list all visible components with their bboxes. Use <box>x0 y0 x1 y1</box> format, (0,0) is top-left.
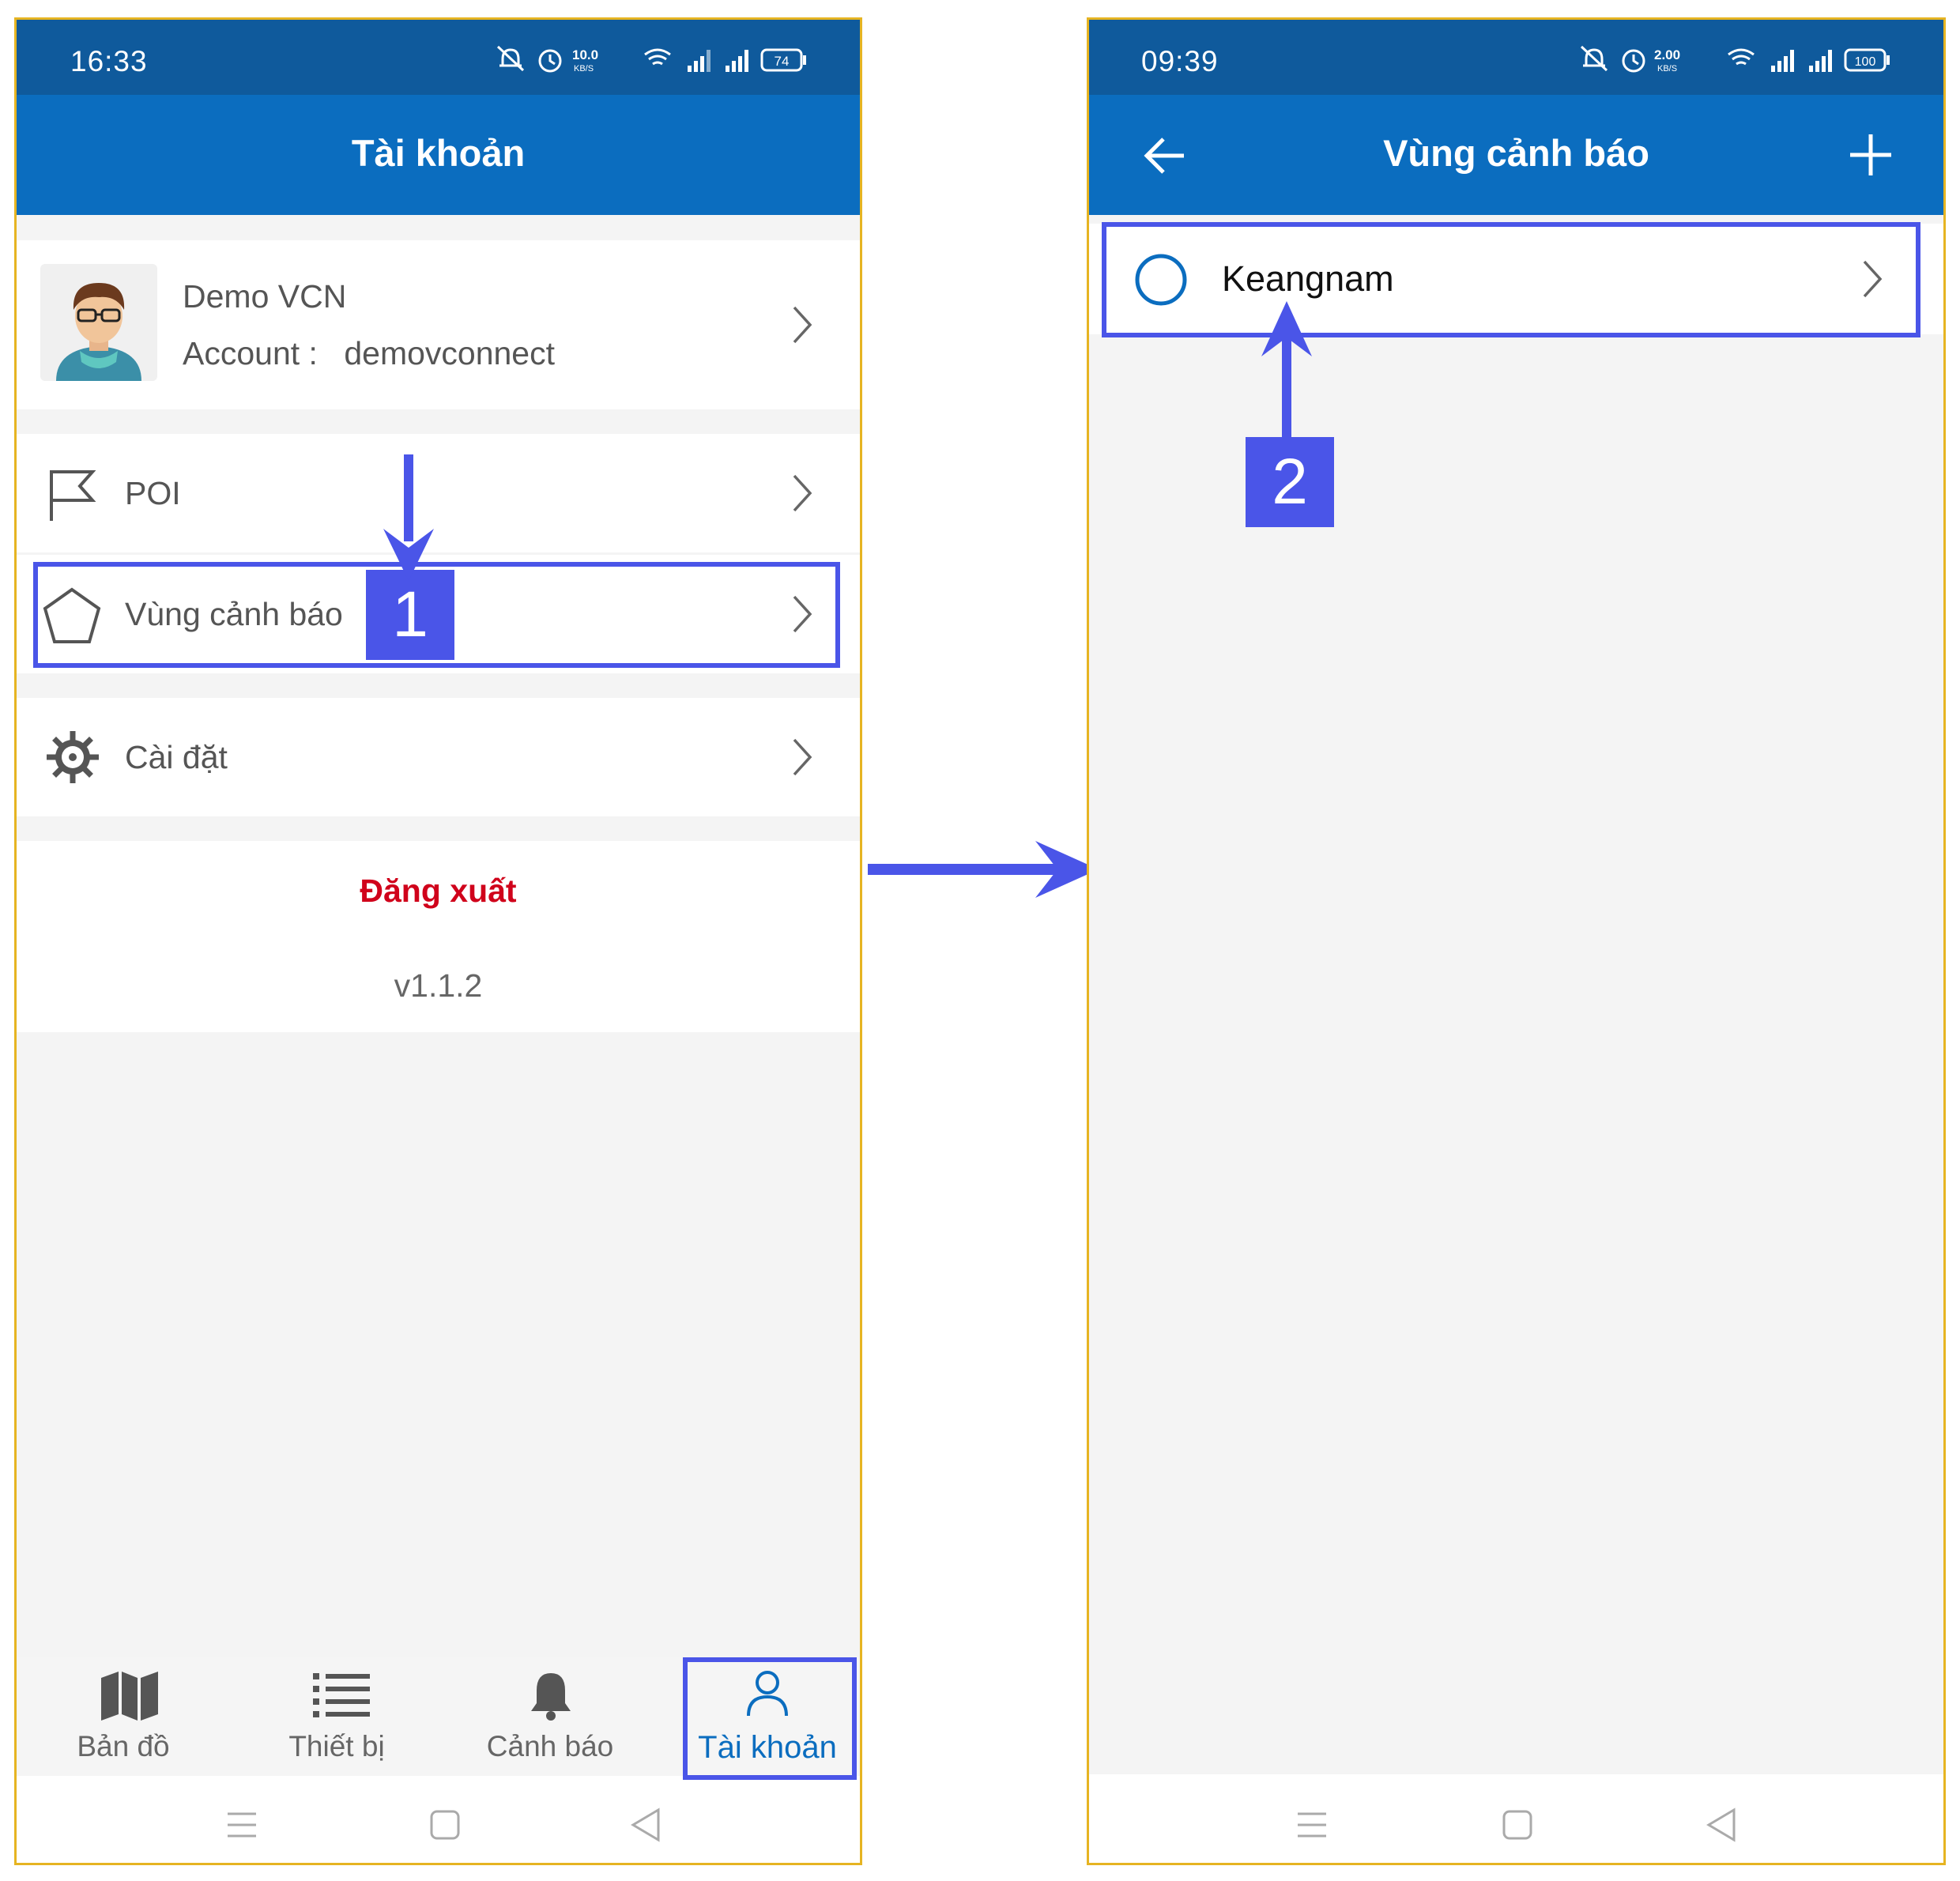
chevron-right-icon <box>793 738 812 776</box>
status-time: 09:39 <box>1141 45 1219 77</box>
back-triangle-icon[interactable] <box>630 1807 662 1842</box>
account-value: demovconnect <box>344 335 556 371</box>
profile-name: Demo VCN <box>183 278 347 315</box>
flag-icon <box>50 470 96 521</box>
status-icons: 10.0 KB/S 74 <box>496 45 806 74</box>
tab-label: Thiết bị <box>288 1730 385 1762</box>
highlight-box-zone <box>1102 222 1920 337</box>
status-bar: 09:39 2.00 KB/S 100 <box>1089 20 1943 95</box>
list-icon <box>313 1673 370 1717</box>
app-bar: Vùng cảnh báo <box>1089 95 1943 215</box>
tab-devices[interactable]: Thiết bị <box>250 1657 424 1776</box>
bell-icon <box>531 1673 571 1721</box>
chevron-right-icon <box>793 306 812 344</box>
chevron-right-icon <box>793 474 812 512</box>
account-line: Account : demovconnect <box>183 335 555 372</box>
account-screen: 16:33 10.0 KB/S 74 Tài khoản Demo VCN Ac… <box>14 17 862 1865</box>
logout-button[interactable]: Đăng xuất <box>17 873 860 910</box>
arrow-down-icon <box>383 454 434 581</box>
avatar <box>40 264 157 381</box>
page-title: Tài khoản <box>351 132 526 174</box>
menu-item-label: POI <box>125 475 181 511</box>
map-icon <box>101 1672 158 1721</box>
profile-card[interactable]: Demo VCN Account : demovconnect <box>17 240 860 409</box>
menu-item-settings[interactable]: Cài đặt <box>17 698 860 816</box>
app-bar: Tài khoản <box>17 95 860 215</box>
menu-item-label: Cài đặt <box>125 739 228 775</box>
tab-label: Cảnh báo <box>486 1730 614 1762</box>
net-speed-unit: KB/S <box>1657 64 1677 74</box>
page-title: Vùng cảnh báo <box>1383 132 1649 174</box>
net-speed-value: 10.0 <box>572 47 598 62</box>
battery-level: 74 <box>775 54 790 69</box>
system-nav-bar <box>1089 1774 1943 1863</box>
arrow-up-icon <box>1261 301 1312 451</box>
net-speed-unit: KB/S <box>574 64 594 74</box>
arrow-right-icon <box>868 841 1099 898</box>
system-nav-bar <box>17 1776 860 1863</box>
app-version: v1.1.2 <box>394 967 483 1004</box>
highlight-box-account-tab <box>683 1657 857 1780</box>
step-badge-2: 2 <box>1246 437 1334 527</box>
battery-level: 100 <box>1855 55 1876 69</box>
tab-label: Bản đồ <box>77 1730 170 1762</box>
status-icons: 2.00 KB/S 100 <box>1580 45 1890 74</box>
net-speed-value: 2.00 <box>1654 47 1680 62</box>
back-triangle-icon[interactable] <box>1706 1807 1737 1842</box>
warning-zone-screen: 09:39 2.00 KB/S 100 Vùng cảnh báo Keangn… <box>1087 17 1946 1865</box>
gear-icon <box>47 731 99 783</box>
logout-section: Đăng xuất v1.1.2 <box>17 841 860 1032</box>
menu-icon[interactable] <box>1296 1811 1328 1839</box>
home-icon[interactable] <box>429 1809 461 1841</box>
add-icon[interactable] <box>1849 133 1893 177</box>
status-time: 16:33 <box>70 45 148 77</box>
account-label: Account : <box>183 335 318 371</box>
home-icon[interactable] <box>1502 1809 1533 1841</box>
tab-map[interactable]: Bản đồ <box>36 1657 210 1776</box>
tab-alerts[interactable]: Cảnh báo <box>463 1657 637 1776</box>
menu-icon[interactable] <box>226 1811 258 1839</box>
status-bar: 16:33 10.0 KB/S 74 <box>17 20 860 95</box>
